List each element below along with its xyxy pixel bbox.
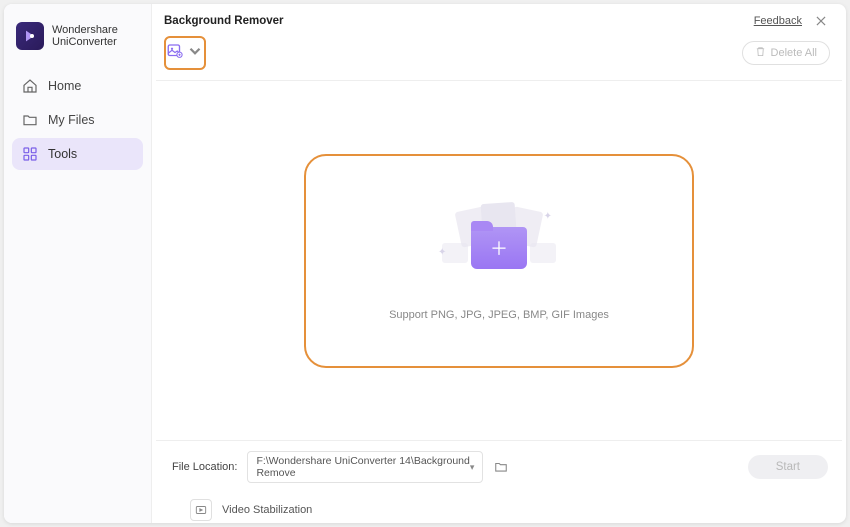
logo-icon — [16, 22, 44, 50]
panel-body: ✦ ✦ ＋ Support PNG, JPG, JPEG, BMP, GIF I… — [156, 81, 842, 440]
sidebar-item-label: Home — [48, 79, 81, 93]
sidebar-item-tools[interactable]: Tools — [12, 138, 143, 170]
panel-header-actions: Feedback — [754, 14, 828, 28]
feedback-link[interactable]: Feedback — [754, 15, 802, 27]
chevron-down-icon — [186, 42, 204, 65]
trash-icon — [755, 46, 766, 60]
app-name-line2: UniConverter — [52, 36, 118, 48]
sidebar-item-home[interactable]: Home — [12, 70, 143, 102]
add-image-icon — [166, 42, 184, 65]
start-button[interactable]: Start — [748, 455, 828, 479]
footer-left: File Location: F:\Wondershare UniConvert… — [172, 451, 509, 483]
folder-plus-icon: ＋ — [471, 227, 527, 269]
panel-footer: File Location: F:\Wondershare UniConvert… — [156, 440, 842, 495]
app-logo: Wondershare UniConverter — [4, 14, 151, 64]
drop-zone-illustration: ✦ ✦ ＋ — [444, 201, 554, 281]
drop-zone[interactable]: ✦ ✦ ＋ Support PNG, JPG, JPEG, BMP, GIF I… — [304, 154, 694, 368]
chevron-down-icon: ▾ — [470, 462, 475, 473]
background-remover-panel: Background Remover Feedback — [156, 8, 842, 495]
file-location-select[interactable]: F:\Wondershare UniConverter 14\Backgroun… — [247, 451, 483, 483]
file-location-label: File Location: — [172, 461, 237, 473]
sidebar-item-myfiles[interactable]: My Files — [12, 104, 143, 136]
support-formats-text: Support PNG, JPG, JPEG, BMP, GIF Images — [389, 309, 609, 321]
delete-all-button[interactable]: Delete All — [742, 41, 830, 65]
close-icon[interactable] — [814, 14, 828, 28]
files-icon — [22, 112, 38, 128]
panel-header: Background Remover Feedback — [156, 8, 842, 32]
open-folder-button[interactable] — [493, 460, 509, 474]
app-window: Wondershare UniConverter Home My Files — [4, 4, 846, 523]
panel-toolbar: Delete All — [156, 32, 842, 81]
sidebar-item-label: Tools — [48, 147, 77, 161]
sidebar: Wondershare UniConverter Home My Files — [4, 4, 152, 523]
app-name: Wondershare UniConverter — [52, 24, 118, 48]
home-icon — [22, 78, 38, 94]
tool-card-label: Video Stabilization — [222, 504, 312, 516]
video-stabilization-icon — [190, 499, 212, 521]
sidebar-nav: Home My Files Tools — [4, 64, 151, 176]
app-name-line1: Wondershare — [52, 24, 118, 36]
delete-all-label: Delete All — [771, 47, 817, 59]
sidebar-item-label: My Files — [48, 113, 95, 127]
add-file-button[interactable] — [164, 36, 206, 70]
tool-card-video-stabilization[interactable]: Video Stabilization — [190, 499, 312, 521]
panel-title: Background Remover — [164, 15, 284, 27]
file-location-path: F:\Wondershare UniConverter 14\Backgroun… — [256, 455, 469, 479]
tools-icon — [22, 146, 38, 162]
